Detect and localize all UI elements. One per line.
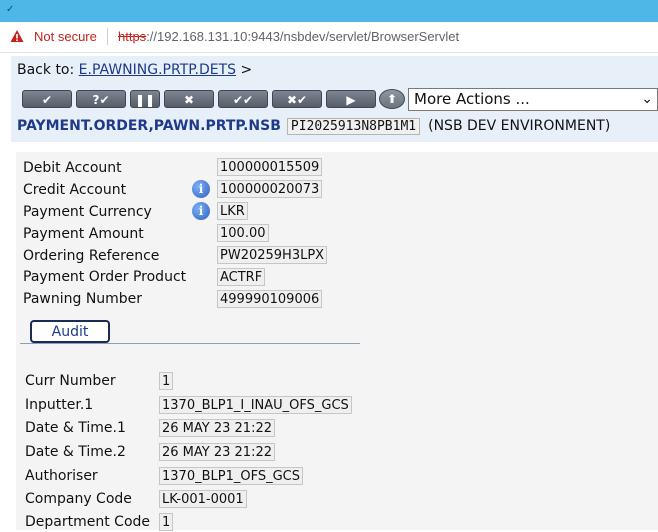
field-label-payment-currency: Payment Currency — [23, 204, 152, 220]
back-suffix: > — [240, 62, 253, 78]
context-button[interactable]: ⬆ — [379, 89, 405, 109]
address-bar[interactable]: Not secure https://192.168.131.10:9443/n… — [0, 22, 658, 53]
field-value-ordering-reference[interactable]: PW20259H3LPX — [217, 246, 328, 264]
back-link[interactable]: E.PAWNING.PRTP.DETS — [79, 62, 236, 78]
chevron-down-icon: ⌄ — [641, 91, 653, 107]
audit-value-curr-number[interactable]: 1 — [159, 372, 174, 390]
next-button[interactable]: ▶ — [326, 90, 376, 108]
field-value-payment-currency[interactable]: LKR — [217, 202, 248, 220]
reverse-button[interactable]: ✖✔ — [272, 90, 322, 108]
field-value-credit-account[interactable]: 100000020073 — [217, 180, 323, 198]
audit-label-authoriser: Authoriser — [25, 468, 98, 484]
field-label-credit-account: Credit Account — [23, 182, 127, 198]
more-actions-dropdown[interactable]: More Actions ... ⌄ — [408, 88, 658, 111]
security-label[interactable]: Not secure — [34, 29, 97, 44]
audit-label-inputter: Inputter.1 — [25, 397, 94, 413]
audit-value-department-code[interactable]: 1 — [159, 513, 174, 531]
record-content: Debit Account 100000015509 Credit Accoun… — [16, 152, 658, 531]
audit-label-company-code: Company Code — [25, 491, 132, 507]
field-label-payment-amount: Payment Amount — [23, 226, 144, 242]
tab-divider — [20, 343, 360, 344]
address-divider — [107, 28, 108, 45]
audit-label-curr-number: Curr Number — [25, 373, 116, 389]
audit-value-date-time-2[interactable]: 26 MAY 23 21:22 — [159, 443, 275, 461]
toolbar: ✔ ?✔ ❚❚ ✖ ✔✔ ✖✔ ▶ ⬆ More Actions ... ⌄ — [11, 88, 658, 112]
url-scheme: https — [118, 29, 147, 44]
field-label-ordering-reference: Ordering Reference — [23, 248, 160, 264]
audit-label-department-code: Department Code — [25, 514, 151, 530]
info-icon[interactable]: i — [192, 180, 210, 198]
more-actions-label: More Actions ... — [414, 90, 530, 108]
application-row: PAYMENT.ORDER,PAWN.PRTP.NSB PI2025913N8PB… — [17, 118, 610, 135]
environment-label: (NSB DEV ENVIRONMENT) — [428, 118, 611, 134]
authorise-button[interactable]: ✔✔ — [218, 90, 268, 108]
back-label: Back to: — [17, 62, 75, 78]
browser-top-strip: ✓ — [0, 0, 658, 22]
application-name: PAYMENT.ORDER,PAWN.PRTP.NSB — [17, 118, 281, 134]
validate-button[interactable]: ✔ — [22, 90, 72, 108]
warning-icon — [10, 30, 24, 42]
field-label-debit-account: Debit Account — [23, 160, 122, 176]
record-id-field[interactable]: PI2025913N8PB1M1 — [286, 118, 421, 135]
delete-button[interactable]: ✖ — [164, 90, 214, 108]
audit-value-date-time-1[interactable]: 26 MAY 23 21:22 — [159, 419, 275, 437]
url-path: ://192.168.131.10:9443/nsbdev/servlet/Br… — [146, 29, 460, 44]
field-label-pawning-number: Pawning Number — [23, 291, 143, 307]
back-row: Back to: E.PAWNING.PRTP.DETS > — [17, 62, 252, 78]
validate-commit-button[interactable]: ?✔ — [76, 90, 126, 108]
audit-value-authoriser[interactable]: 1370_BLP1_OFS_GCS — [159, 467, 303, 485]
tab-icon: ✓ — [6, 4, 15, 15]
audit-label-date-time-1: Date & Time.1 — [25, 420, 126, 436]
audit-value-company-code[interactable]: LK-001-0001 — [159, 490, 247, 508]
url-text[interactable]: https://192.168.131.10:9443/nsbdev/servl… — [118, 29, 459, 44]
tab-audit[interactable]: Audit — [30, 320, 110, 343]
app-header: Back to: E.PAWNING.PRTP.DETS > ✔ ?✔ ❚❚ ✖… — [11, 56, 658, 142]
info-icon[interactable]: i — [192, 202, 210, 220]
field-value-debit-account[interactable]: 100000015509 — [217, 158, 323, 176]
audit-value-inputter[interactable]: 1370_BLP1_I_INAU_OFS_GCS — [159, 396, 352, 414]
hold-button[interactable]: ❚❚ — [130, 90, 160, 108]
field-value-payment-amount[interactable]: 100.00 — [217, 224, 269, 242]
field-value-payment-order-product[interactable]: ACTRF — [217, 268, 266, 286]
field-value-pawning-number[interactable]: 499990109006 — [217, 290, 323, 308]
field-label-payment-order-product: Payment Order Product — [23, 269, 187, 285]
audit-label-date-time-2: Date & Time.2 — [25, 444, 126, 460]
